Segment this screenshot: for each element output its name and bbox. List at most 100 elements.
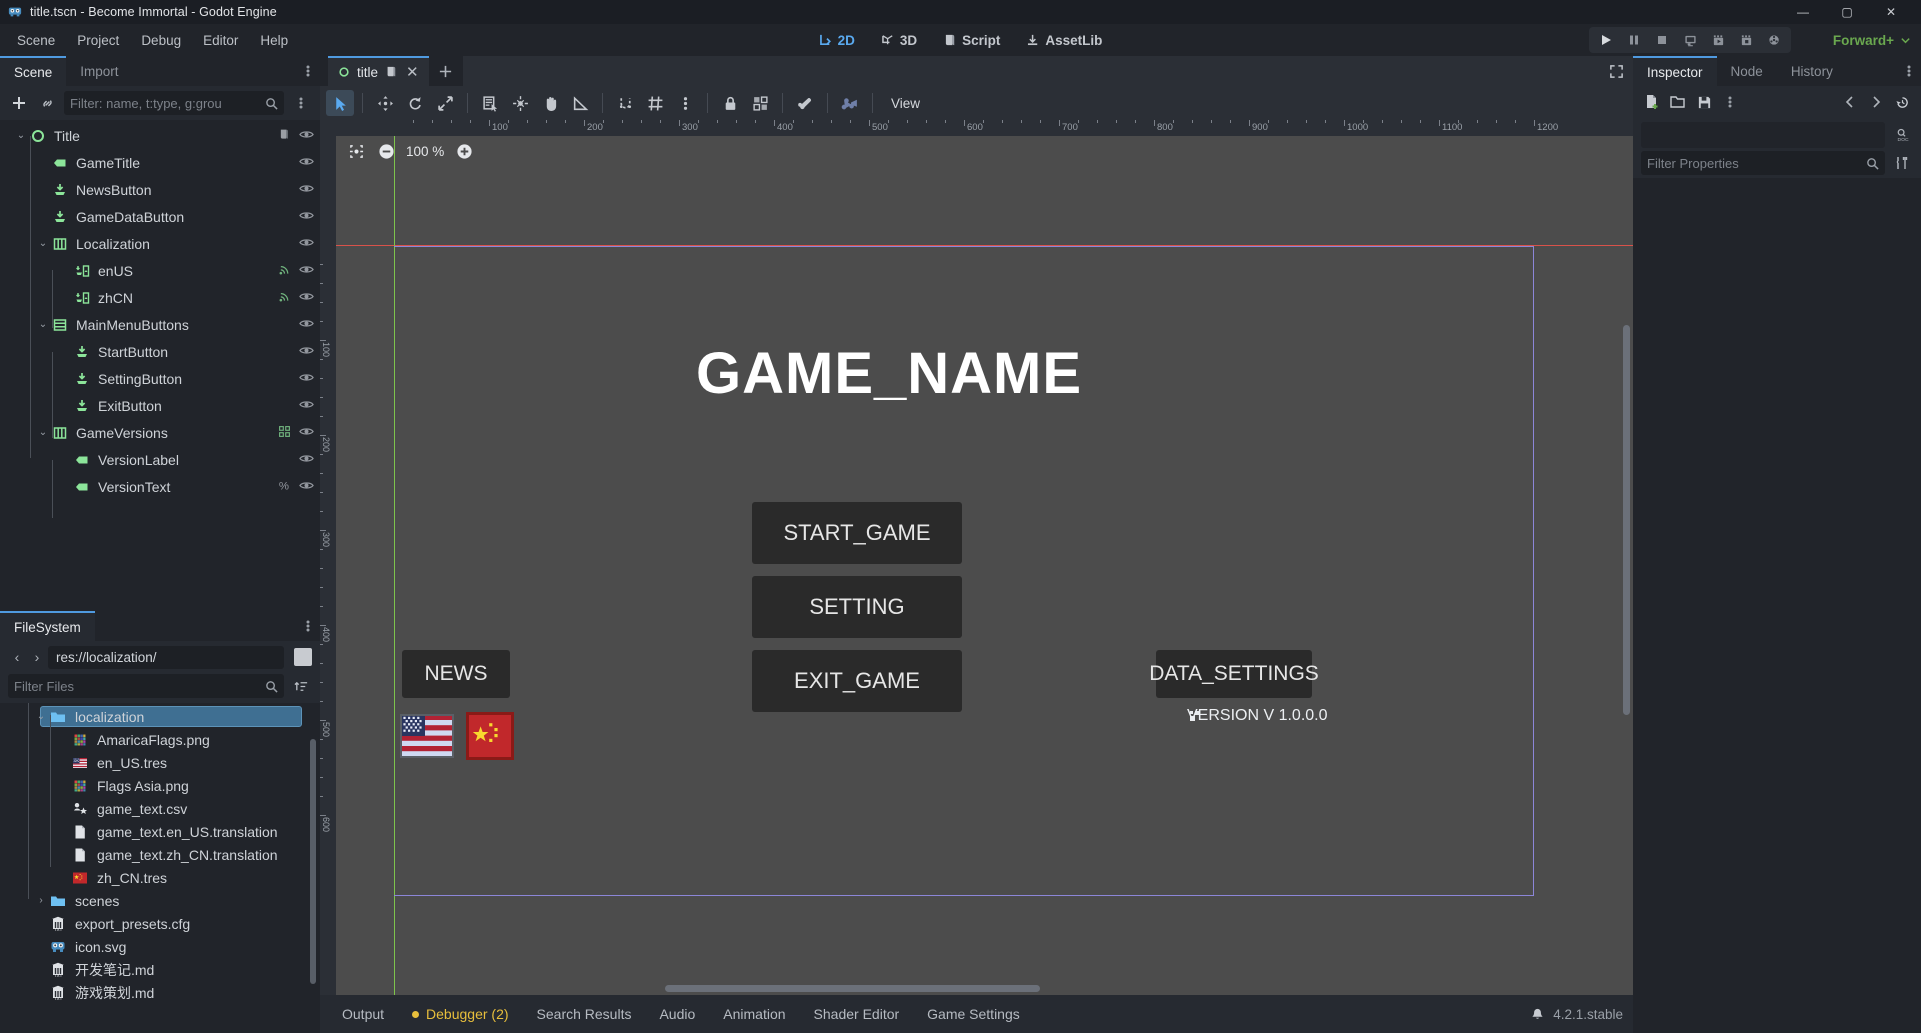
- filesystem-row[interactable]: › scenes: [0, 889, 320, 912]
- eye-badge[interactable]: [299, 154, 314, 172]
- ruler-mode-tool[interactable]: [566, 90, 594, 116]
- preview-camera-tool[interactable]: [836, 90, 864, 116]
- open-docs-button[interactable]: DOC: [1891, 124, 1913, 146]
- exit-game-button[interactable]: EXIT_GAME: [752, 650, 962, 712]
- setting-button[interactable]: SETTING: [752, 576, 962, 638]
- scene-tree-row[interactable]: StartButton: [0, 338, 320, 365]
- viewport-hscrollbar[interactable]: [665, 985, 1040, 992]
- eye-badge[interactable]: [299, 451, 314, 469]
- tab-scene[interactable]: Scene: [0, 56, 66, 86]
- filesystem-row[interactable]: TXT 开发笔记.md: [0, 958, 320, 981]
- close-icon[interactable]: ✕: [406, 63, 419, 81]
- bottom-panel-tab[interactable]: Search Results: [525, 1001, 644, 1027]
- signal-badge[interactable]: [278, 290, 291, 306]
- stop-button[interactable]: [1649, 29, 1675, 51]
- scene-tree-row[interactable]: GameDataButton: [0, 203, 320, 230]
- filesystem-row[interactable]: zh_CN.tres: [0, 866, 320, 889]
- menu-project[interactable]: Project: [66, 29, 130, 52]
- move-mode-tool[interactable]: [371, 90, 399, 116]
- filesystem-scrollbar[interactable]: [310, 739, 316, 984]
- filesystem-row[interactable]: game_text.zh_CN.translation: [0, 843, 320, 866]
- mode-script[interactable]: Script: [933, 29, 1010, 52]
- scene-tree-row[interactable]: zhCN: [0, 284, 320, 311]
- zoom-in-button[interactable]: [454, 141, 474, 161]
- flag-us-button[interactable]: [400, 714, 454, 758]
- filesystem-row[interactable]: TXT 游戏策划.md: [0, 981, 320, 1004]
- eye-badge[interactable]: [299, 208, 314, 226]
- run-specific-scene-button[interactable]: [1677, 29, 1703, 51]
- snap-options-menu[interactable]: [671, 90, 699, 116]
- filesystem-back-button[interactable]: ‹: [8, 646, 26, 668]
- bell-icon[interactable]: [1530, 1007, 1545, 1022]
- signal-badge[interactable]: [278, 263, 291, 279]
- eye-badge[interactable]: [299, 316, 314, 334]
- zoom-out-button[interactable]: [376, 141, 396, 161]
- filesystem-tree[interactable]: ⌄ localization AmaricaFlags.png: [0, 703, 320, 1033]
- resource-extra-menu-button[interactable]: [1719, 91, 1741, 113]
- add-node-button[interactable]: [8, 92, 30, 114]
- filesystem-filter-input[interactable]: Filter Files: [8, 674, 284, 698]
- filesystem-row[interactable]: AmaricaFlags.png: [0, 728, 320, 751]
- lock-selected-tool[interactable]: [716, 90, 744, 116]
- scene-tree-row[interactable]: ⌄ MainMenuButtons: [0, 311, 320, 338]
- bottom-panel-tab[interactable]: Debugger (2): [400, 1001, 521, 1027]
- instantiate-scene-button[interactable]: [36, 92, 58, 114]
- data-settings-button[interactable]: DATA_SETTINGS: [1156, 650, 1312, 698]
- eye-badge[interactable]: [299, 289, 314, 307]
- movie-maker-button[interactable]: [1761, 29, 1787, 51]
- mode-assetlib[interactable]: AssetLib: [1016, 29, 1112, 52]
- pause-button[interactable]: [1621, 29, 1647, 51]
- play-button[interactable]: [1593, 29, 1619, 51]
- menu-editor[interactable]: Editor: [192, 29, 249, 52]
- scene-tree-row[interactable]: ExitButton: [0, 392, 320, 419]
- filesystem-row[interactable]: game_text.csv: [0, 797, 320, 820]
- maximize-button[interactable]: ▢: [1825, 0, 1869, 24]
- renderer-selector[interactable]: Forward+: [1833, 33, 1911, 48]
- filesystem-row[interactable]: Flags Asia.png: [0, 774, 320, 797]
- scene-tree-options-button[interactable]: [290, 92, 312, 114]
- eye-badge[interactable]: [299, 424, 314, 442]
- scale-mode-tool[interactable]: [431, 90, 459, 116]
- eye-badge[interactable]: [299, 181, 314, 199]
- rotate-mode-tool[interactable]: [401, 90, 429, 116]
- tree-twisty[interactable]: ⌄: [36, 238, 50, 249]
- bottom-panel-tab[interactable]: Animation: [711, 1001, 797, 1027]
- tab-import[interactable]: Import: [66, 56, 132, 86]
- filesystem-path-field[interactable]: res://localization/: [48, 646, 284, 669]
- tree-twisty[interactable]: ⌄: [34, 711, 48, 722]
- eye-badge[interactable]: [299, 127, 314, 145]
- menu-scene[interactable]: Scene: [6, 29, 66, 52]
- mode-3d[interactable]: 3D: [871, 29, 927, 52]
- scene-tree[interactable]: ⌄ Title GameTitle NewsButton GameDataBut…: [0, 120, 320, 611]
- eye-badge[interactable]: [299, 397, 314, 415]
- 2d-viewport[interactable]: 100200300400500600700800900100011001200 …: [320, 120, 1633, 995]
- tree-twisty[interactable]: ⌄: [36, 319, 50, 330]
- eye-badge[interactable]: [299, 235, 314, 253]
- filesystem-split-toggle-button[interactable]: [294, 648, 312, 666]
- filesystem-forward-button[interactable]: ›: [28, 646, 46, 668]
- scene-tree-row[interactable]: enUS: [0, 257, 320, 284]
- distraction-free-button[interactable]: [1599, 56, 1633, 86]
- bottom-panel-tab[interactable]: Shader Editor: [802, 1001, 912, 1027]
- percent-badge[interactable]: %: [278, 479, 291, 495]
- bottom-panel-tab[interactable]: Game Settings: [915, 1001, 1032, 1027]
- eye-badge[interactable]: [299, 262, 314, 280]
- tree-twisty[interactable]: ›: [34, 895, 48, 906]
- scene-tree-row[interactable]: SettingButton: [0, 365, 320, 392]
- menu-help[interactable]: Help: [249, 29, 299, 52]
- scene-tab-title[interactable]: title ✕: [328, 56, 429, 86]
- ruler-origin-tool[interactable]: [506, 90, 534, 116]
- scene-tree-row[interactable]: VersionLabel: [0, 446, 320, 473]
- add-scene-tab-button[interactable]: [429, 56, 463, 86]
- object-tools-button[interactable]: [1891, 152, 1913, 174]
- select-mode-tool[interactable]: [326, 90, 354, 116]
- tab-inspector[interactable]: Inspector: [1633, 56, 1717, 86]
- filesystem-row[interactable]: game_text.en_US.translation: [0, 820, 320, 843]
- pan-mode-tool[interactable]: [536, 90, 564, 116]
- filesystem-dock-menu-button[interactable]: [296, 611, 320, 641]
- save-resource-button[interactable]: [1693, 91, 1715, 113]
- eye-badge[interactable]: [299, 478, 314, 496]
- minimize-button[interactable]: —: [1781, 0, 1825, 24]
- scene-dock-menu-button[interactable]: [296, 56, 320, 86]
- history-menu-button[interactable]: [1891, 91, 1913, 113]
